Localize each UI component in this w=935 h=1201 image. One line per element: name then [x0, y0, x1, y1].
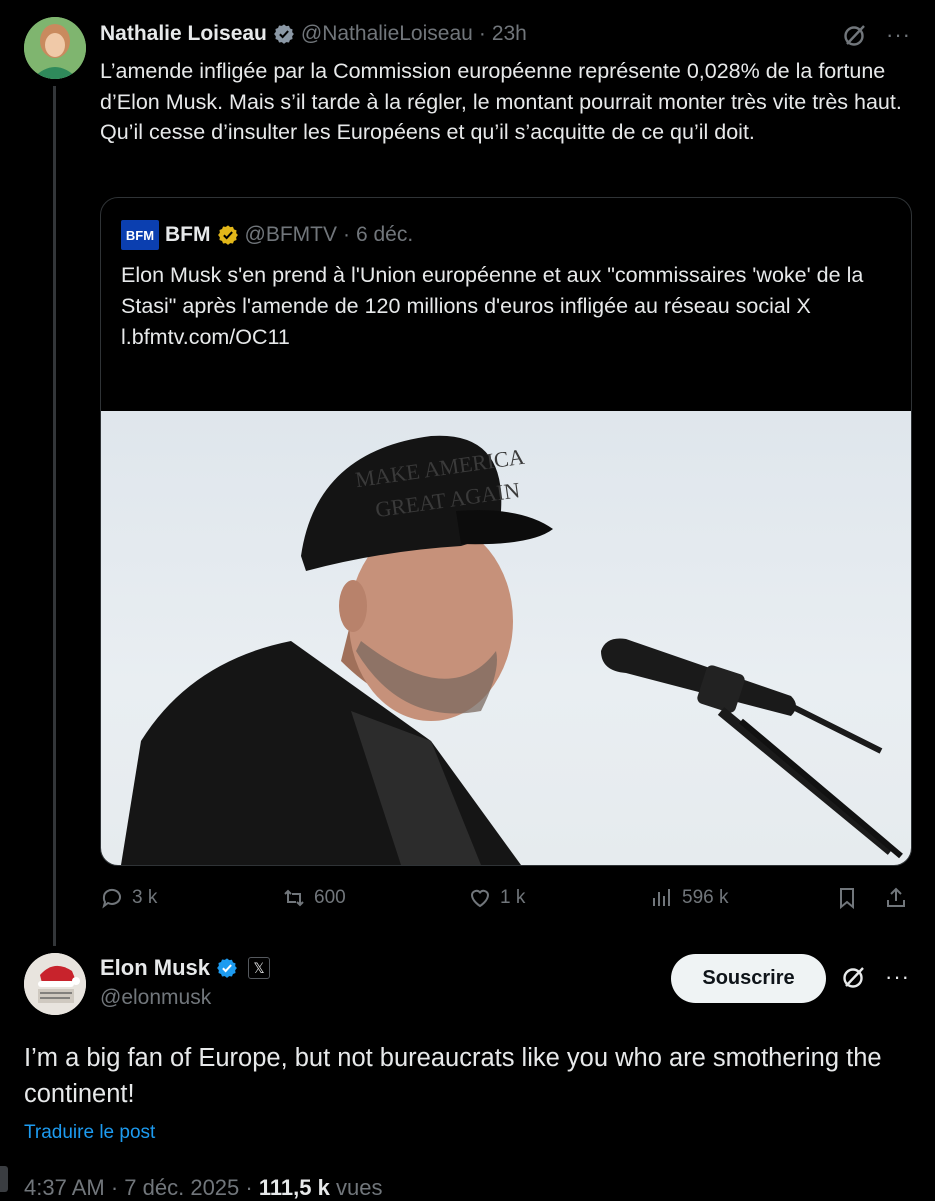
thread-line [53, 86, 56, 946]
quoted-text: Elon Musk s'en prend à l'Union européenn… [121, 263, 864, 318]
share-action[interactable] [884, 886, 908, 910]
verified-badge-icon [217, 958, 237, 978]
grok-icon[interactable] [841, 964, 867, 990]
subscribe-button[interactable]: Souscrire [671, 954, 826, 1003]
post-time[interactable]: 4:37 AM [24, 1175, 105, 1200]
x-affiliation-badge: 𝕏 [248, 957, 271, 979]
tweet-header: Elon Musk 𝕏 [100, 953, 271, 983]
quoted-author-name[interactable]: BFM [165, 223, 211, 247]
separator: · [245, 1175, 253, 1200]
tweet-text: L’amende infligée par la Commission euro… [100, 59, 902, 144]
quoted-date: 6 déc. [355, 223, 414, 246]
gold-verified-badge-icon [217, 225, 238, 245]
views-label: vues [335, 1175, 383, 1200]
grok-icon[interactable] [842, 22, 868, 48]
author-name[interactable]: Elon Musk [100, 955, 210, 981]
verified-badge-icon [273, 24, 294, 44]
author-name[interactable]: Nathalie Loiseau [100, 22, 267, 46]
views-count: 596 k [682, 887, 729, 908]
like-action[interactable]: 1 k [468, 886, 525, 910]
bookmark-action[interactable] [835, 886, 859, 910]
repost-count: 600 [314, 887, 346, 908]
tweet-top-actions: ··· [841, 964, 910, 990]
tweet-top-actions: ··· [842, 22, 911, 48]
quoted-tweet-text: Elon Musk s'en prend à l'Union européenn… [121, 260, 891, 353]
quoted-link[interactable]: l.bfmtv.com/OC11 [121, 325, 290, 349]
bookmark-icon [840, 888, 854, 910]
quoted-tweet-header: BFM BFM @BFMTV · 6 déc. [121, 220, 413, 250]
repost-action[interactable]: 600 [282, 886, 346, 910]
views-count: 111,5 k [258, 1175, 330, 1200]
post-date[interactable]: 7 déc. 2025 [124, 1175, 239, 1200]
views-chart-icon [653, 889, 670, 906]
tweet-meta: 4:37 AM · 7 déc. 2025 · 111,5 k vues [24, 1175, 382, 1201]
heart-icon [470, 889, 490, 908]
avatar[interactable] [24, 953, 86, 1015]
avatar[interactable] [24, 17, 86, 79]
share-icon [887, 887, 905, 907]
side-tab [0, 1166, 8, 1192]
author-handle[interactable]: @elonmusk [100, 986, 211, 1010]
tweet-text: I’m a big fan of Europe, but not bureauc… [24, 1044, 882, 1108]
tweet-action-bar: 3 k 600 1 k 596 k [100, 886, 910, 918]
tweet-header: Nathalie Loiseau @NathalieLoiseau · 23h [100, 20, 527, 48]
quoted-handle[interactable]: @BFMTV [245, 223, 337, 247]
quoted-image[interactable]: MAKE AMERICA GREAT AGAIN [101, 411, 911, 865]
translate-link[interactable]: Traduire le post [24, 1122, 155, 1144]
like-count: 1 k [500, 887, 526, 908]
separator: · [110, 1175, 119, 1200]
bfm-logo: BFM [121, 220, 159, 250]
quoted-tweet[interactable]: BFM BFM @BFMTV · 6 déc. Elon Musk s'en p… [100, 197, 912, 866]
author-handle[interactable]: @NathalieLoiseau [301, 22, 473, 46]
reply-count: 3 k [132, 887, 158, 908]
separator: · [478, 22, 486, 45]
reply-icon [102, 888, 121, 909]
repost-icon [284, 889, 304, 907]
separator: · [342, 223, 350, 246]
more-options-icon[interactable]: ··· [886, 24, 911, 46]
timestamp[interactable]: 23h [492, 22, 527, 46]
reply-action[interactable]: 3 k [100, 886, 157, 910]
views-action[interactable]: 596 k [650, 886, 728, 910]
more-options-icon[interactable]: ··· [885, 966, 910, 988]
